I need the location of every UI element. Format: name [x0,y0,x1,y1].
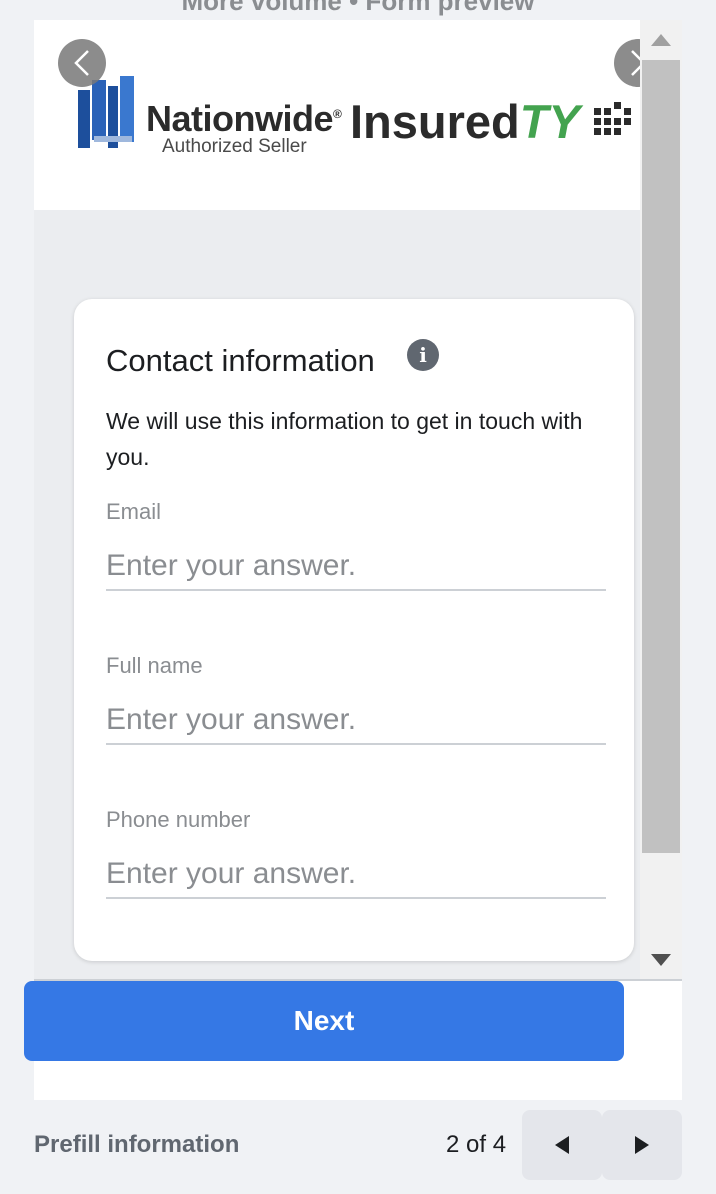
email-input[interactable] [106,543,606,591]
caret-right-icon [635,1136,649,1154]
scroll-up-button[interactable] [640,20,682,60]
prefill-information-label: Prefill information [34,1131,240,1158]
triangle-up-icon [651,34,671,46]
pager-prev-button[interactable] [522,1110,602,1180]
partial-page-title: More volume • Form preview [181,0,535,16]
card-title: Contact information [106,343,375,378]
carousel-prev-button[interactable] [58,39,106,87]
pager-next-button[interactable] [602,1110,682,1180]
full-name-field-group: Full name [106,653,606,745]
form-header-image: Nationwide® Authorized Seller InsuredTY [34,20,640,210]
email-label: Email [106,499,162,524]
info-icon[interactable]: i [407,339,439,371]
card-description: We will use this information to get in t… [106,408,583,470]
insuredty-wordmark: InsuredTY [350,95,580,148]
next-button[interactable]: Next [24,981,624,1061]
full-name-label: Full name [106,653,203,678]
contact-info-card: Contact information i We will use this i… [74,299,634,961]
nationwide-wordmark: Nationwide® [146,98,342,139]
insuredty-dots-icon [594,102,631,135]
caret-left-icon [555,1136,569,1154]
scroll-down-button[interactable] [640,940,682,980]
phone-input[interactable] [106,851,606,899]
email-field-group: Email [106,499,606,591]
nationwide-subtitle: Authorized Seller [162,136,307,157]
full-name-input[interactable] [106,697,606,745]
pager-count: 2 of 4 [446,1131,507,1158]
triangle-down-icon [651,954,671,966]
phone-field-group: Phone number [106,807,606,899]
form-preview-frame: Nationwide® Authorized Seller InsuredTY … [34,20,682,1100]
chevron-left-icon [74,50,89,76]
vertical-scrollbar[interactable] [640,20,682,979]
phone-label: Phone number [106,807,251,832]
scrollbar-thumb[interactable] [642,60,680,853]
